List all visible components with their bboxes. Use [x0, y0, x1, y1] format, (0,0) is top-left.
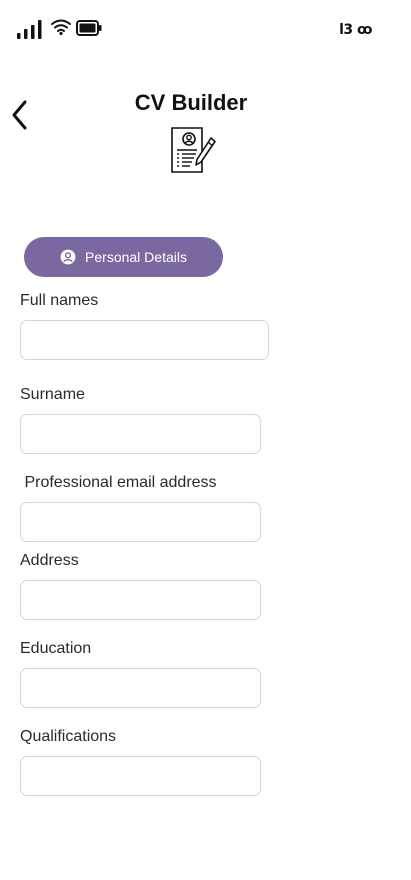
- address-label: Address: [20, 552, 79, 569]
- surname-label: Surname: [20, 386, 85, 403]
- email-input[interactable]: [20, 502, 261, 542]
- wifi-icon: [51, 19, 71, 36]
- signal-icon: [17, 20, 42, 39]
- address-input[interactable]: [20, 580, 261, 620]
- qualifications-label: Qualifications: [20, 728, 117, 745]
- cv-document-icon: [171, 127, 216, 173]
- tab-personal-details[interactable]: Personal Details: [24, 237, 223, 277]
- user-circle-icon: [60, 249, 76, 265]
- education-input[interactable]: [20, 668, 261, 708]
- email-label: Professional email address: [20, 474, 217, 491]
- status-bar: l3 ꝏ: [16, 16, 372, 44]
- battery-icon: [76, 20, 102, 36]
- status-time: l3 ꝏ: [339, 22, 372, 38]
- page-title: CV Builder: [134, 90, 248, 115]
- tab-personal-details-label: Personal Details: [85, 249, 187, 265]
- qualifications-input[interactable]: [20, 756, 261, 796]
- full-names-input[interactable]: [20, 320, 269, 360]
- surname-input[interactable]: [20, 414, 261, 454]
- education-label: Education: [20, 640, 92, 657]
- full-names-label: Full names: [20, 292, 99, 309]
